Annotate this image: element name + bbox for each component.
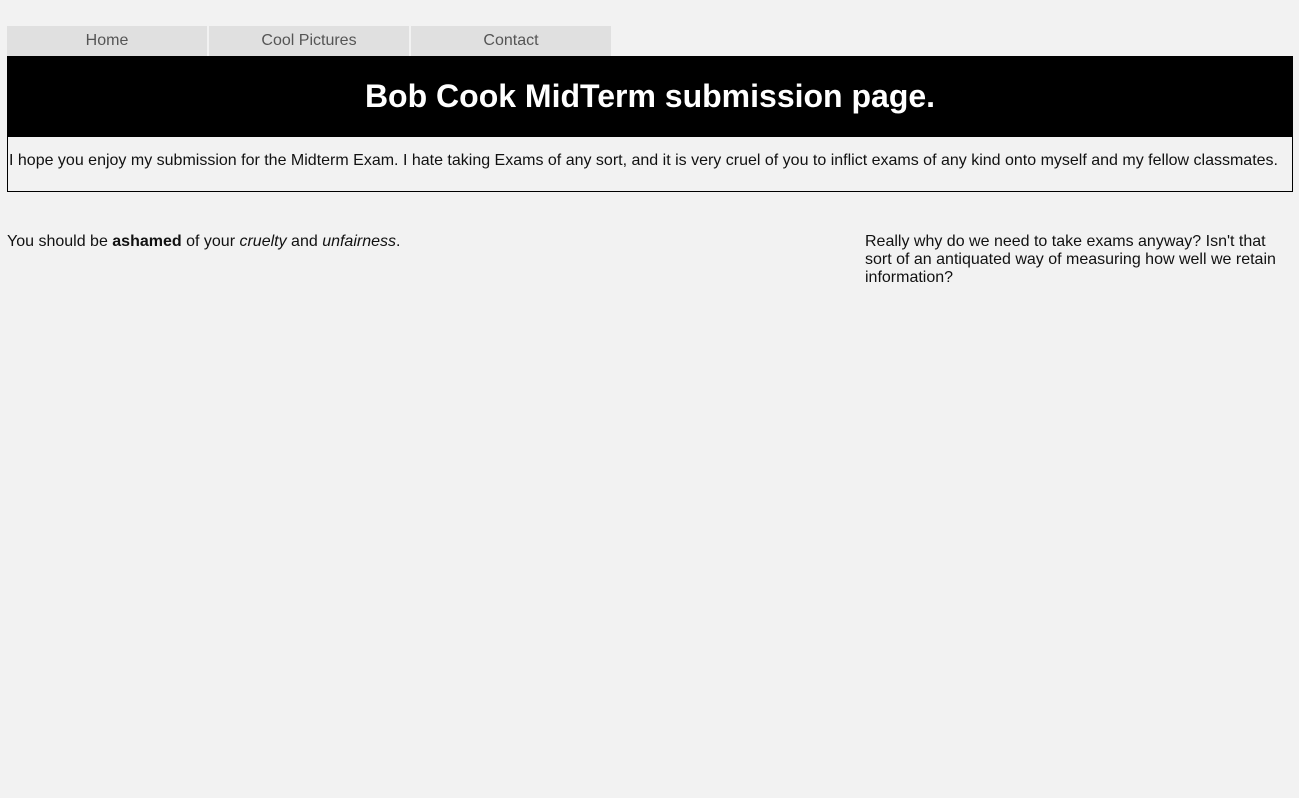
left-text-2: of your	[181, 233, 240, 250]
intro-text: I hope you enjoy my submission for the M…	[9, 152, 1278, 169]
page-title-banner: Bob Cook MidTerm submission page.	[7, 56, 1293, 137]
left-text-1: You should be	[7, 233, 113, 250]
top-nav: Home Cool Pictures Contact	[7, 26, 611, 56]
right-paragraph: Really why do we need to take exams anyw…	[865, 233, 1276, 286]
left-italic-cruelty: cruelty	[239, 233, 287, 250]
nav-cool-pictures[interactable]: Cool Pictures	[209, 26, 409, 56]
intro-box: I hope you enjoy my submission for the M…	[7, 136, 1293, 192]
nav-contact[interactable]: Contact	[411, 26, 611, 56]
left-bold-ashamed: ashamed	[112, 233, 182, 250]
page-title: Bob Cook MidTerm submission page.	[364, 78, 936, 114]
left-italic-unfairness: unfairness	[322, 233, 397, 250]
left-paragraph: You should be ashamed of your cruelty an…	[7, 233, 827, 251]
nav-home[interactable]: Home	[7, 26, 207, 56]
left-text-4: .	[396, 233, 401, 250]
left-text-3: and	[286, 233, 323, 250]
